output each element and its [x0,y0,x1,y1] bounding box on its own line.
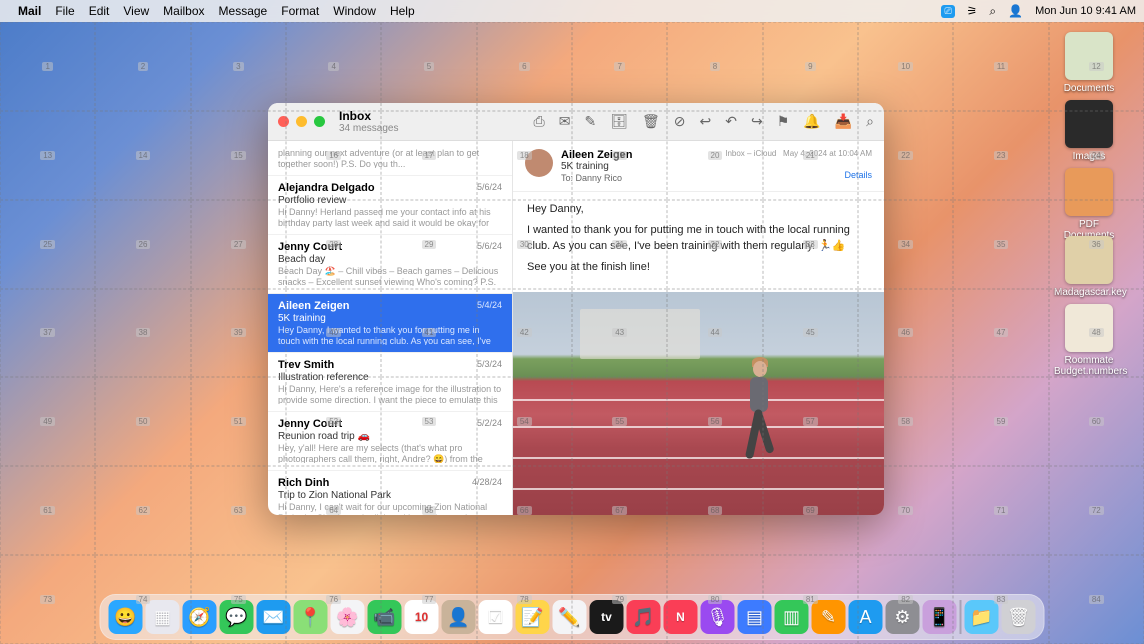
dock: 😀▦🧭💬✉️📍🌸📹10👤☑📝✏️tv🎵N🎙▤▥✎A⚙📱📁🗑 [100,594,1045,640]
dock-photos[interactable]: 🌸 [331,600,365,634]
message-body: Hey Danny, I wanted to thank you for putt… [513,192,884,292]
avatar [525,149,553,177]
desktop-icon-roommate-budget-numbers[interactable]: Roommate Budget.numbers [1054,304,1124,377]
dock-iphone[interactable]: 📱 [923,600,957,634]
control-center-icon[interactable]: ⎚ [941,5,954,18]
dock-keynote[interactable]: ▤ [738,600,772,634]
dock-numbers[interactable]: ▥ [775,600,809,634]
mailbox-label: Inbox – iCloud [725,149,776,158]
message-item[interactable]: Rich Dinh4/28/24Trip to Zion National Pa… [268,471,512,515]
dock-messages[interactable]: 💬 [220,600,254,634]
body-paragraph: See you at the finish line! [527,260,870,275]
dock-reminders[interactable]: ☑ [479,600,513,634]
dock-news[interactable]: N [664,600,698,634]
user-icon[interactable]: 👤 [1008,4,1023,18]
menu-edit[interactable]: Edit [89,4,110,18]
dock-notes[interactable]: 📝 [516,600,550,634]
message-subject: 5K training [561,161,717,172]
dock-safari[interactable]: 🧭 [183,600,217,634]
dock-freeform[interactable]: ✏️ [553,600,587,634]
spotlight-icon[interactable]: ⌕ [989,4,996,19]
minimize-button[interactable] [296,116,307,127]
archive-icon[interactable]: 🗄 [610,113,628,130]
message-item[interactable]: planning our next adventure (or at least… [268,141,512,176]
menu-format[interactable]: Format [281,4,319,18]
reply-all-icon[interactable]: ↶ [725,113,737,130]
menu-message[interactable]: Message [219,4,268,18]
menubar: Mail File Edit View Mailbox Message Format Win… [0,0,1144,22]
wifi-icon[interactable]: ⚞ [967,4,978,18]
dock-finder[interactable]: 😀 [109,600,143,634]
dock-calendar[interactable]: 10 [405,600,439,634]
dock-appstore[interactable]: A [849,600,883,634]
message-item[interactable]: Jenny Court5/2/24Reunion road trip 🚗Hey,… [268,412,512,471]
dock-contacts[interactable]: 👤 [442,600,476,634]
body-paragraph: I wanted to thank you for putting me in … [527,223,870,254]
flag-icon[interactable]: ⚑ [777,113,790,130]
reply-icon[interactable]: ↩ [700,113,712,130]
dock-mail[interactable]: ✉️ [257,600,291,634]
message-header: Aileen Zeigen 5K training To: Danny Rico… [513,141,884,192]
move-icon[interactable]: 📥 [835,113,852,130]
message-attachment-image[interactable] [513,292,884,515]
dock-podcasts[interactable]: 🎙 [701,600,735,634]
dock-sep [960,600,962,634]
menu-help[interactable]: Help [390,4,415,18]
desktop-icon-documents[interactable]: Documents [1054,32,1124,94]
message-timestamp: May 4, 2024 at 10:04 AM [783,149,872,158]
window-controls [278,116,325,127]
message-item[interactable]: Trev Smith5/3/24Illustration referenceHi… [268,353,512,412]
message-item[interactable]: Jenny Court5/6/24Beach dayBeach Day 🏖️ –… [268,235,512,294]
dock-tv[interactable]: tv [590,600,624,634]
mute-icon[interactable]: 🔔 [803,113,820,130]
sender-name: Aileen Zeigen [561,149,717,161]
dock-music[interactable]: 🎵 [627,600,661,634]
compose-icon[interactable]: ✎ [584,113,596,130]
body-paragraph: Hey Danny, [527,202,870,217]
dock-launchpad[interactable]: ▦ [146,600,180,634]
dock-settings[interactable]: ⚙ [886,600,920,634]
toolbar: ⎙ ✉ ✎ 🗄 🗑 ⊘ ↩ ↶ ↪ ⚑ 🔔 📥 ⌕ [534,113,874,130]
desktop-icon-images[interactable]: Images [1054,100,1124,162]
clock[interactable]: Mon Jun 10 9:41 AM [1035,5,1136,17]
menu-window[interactable]: Window [333,4,376,18]
junk-icon[interactable]: ⊘ [674,113,686,130]
dock-downloads[interactable]: 📁 [965,600,999,634]
recipient: Danny Rico [576,173,623,183]
menu-view[interactable]: View [123,4,149,18]
trash-icon[interactable]: 🗑 [642,113,660,130]
message-count: 34 messages [339,123,398,134]
desktop-icon-madagascar-key[interactable]: Madagascar.key [1054,236,1124,298]
desktop-icon-pdf-documents[interactable]: PDF Documents [1054,168,1124,241]
envelope-icon[interactable]: ✉ [559,113,571,130]
dock-trash[interactable]: 🗑 [1002,600,1036,634]
search-icon[interactable]: ⌕ [866,113,874,130]
details-link[interactable]: Details [844,170,872,180]
forward-icon[interactable]: ↪ [751,113,763,130]
mail-window: Inbox 34 messages ⎙ ✉ ✎ 🗄 🗑 ⊘ ↩ ↶ ↪ ⚑ 🔔 📥 ⌕ planning… [268,103,884,515]
message-item[interactable]: Alejandra Delgado5/6/24Portfolio reviewH… [268,176,512,235]
dock-maps[interactable]: 📍 [294,600,328,634]
close-button[interactable] [278,116,289,127]
message-viewer: Aileen Zeigen 5K training To: Danny Rico… [513,141,884,515]
menu-mailbox[interactable]: Mailbox [163,4,204,18]
print-icon[interactable]: ⎙ [534,113,545,130]
message-list[interactable]: planning our next adventure (or at least… [268,141,513,515]
titlebar: Inbox 34 messages ⎙ ✉ ✎ 🗄 🗑 ⊘ ↩ ↶ ↪ ⚑ 🔔 📥 ⌕ [268,103,884,141]
menu-file[interactable]: File [55,4,74,18]
dock-pages[interactable]: ✎ [812,600,846,634]
menu-app[interactable]: Mail [18,4,41,18]
dock-facetime[interactable]: 📹 [368,600,402,634]
message-item[interactable]: Aileen Zeigen5/4/245K trainingHey Danny,… [268,294,512,353]
zoom-button[interactable] [314,116,325,127]
mailbox-title: Inbox [339,109,398,123]
